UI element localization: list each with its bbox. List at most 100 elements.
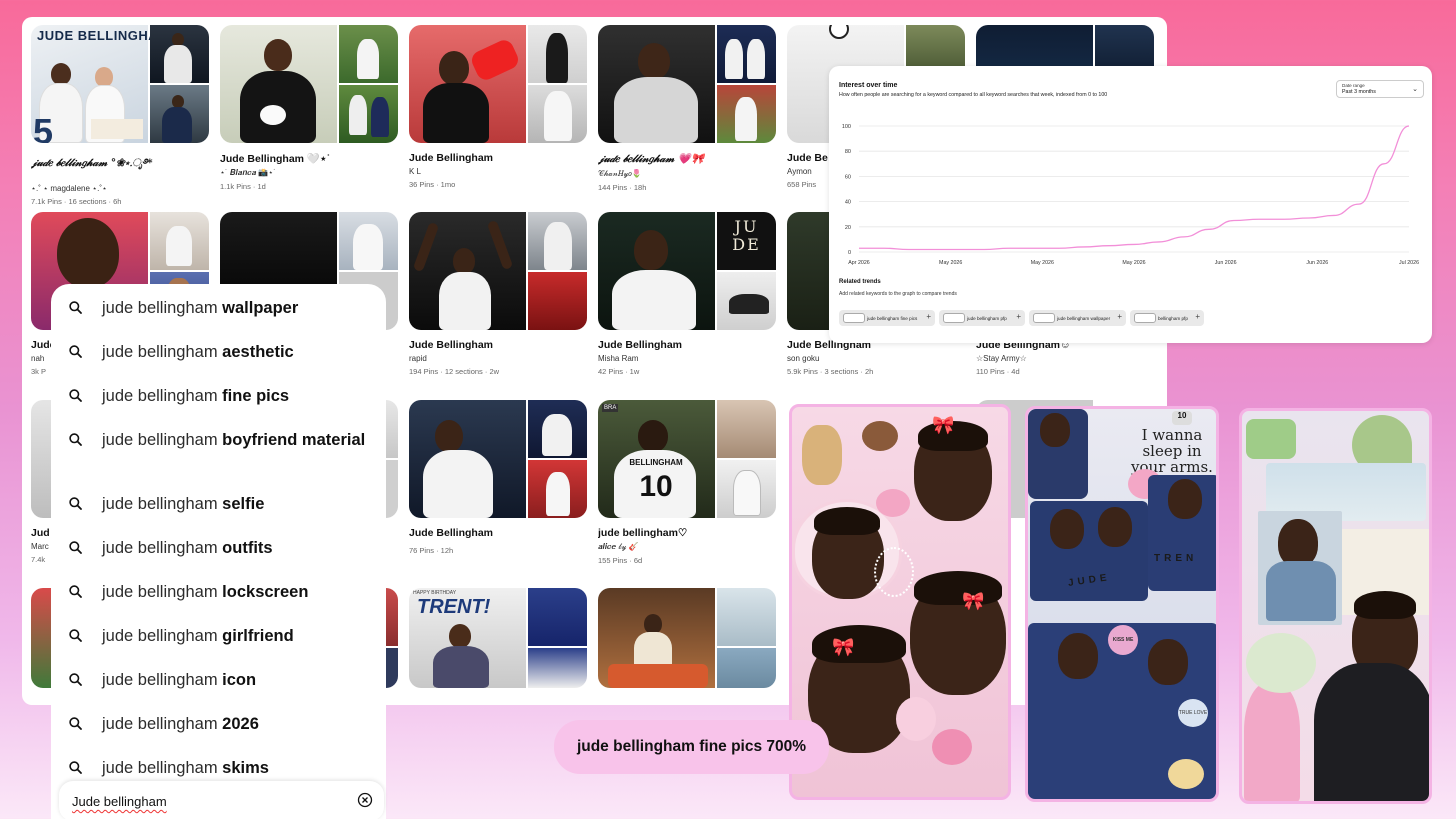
board-card[interactable]: HAPPY BIRTHDAY TRENT! [409,588,587,688]
search-icon [69,585,82,598]
board-cover[interactable] [598,25,776,143]
board-owner[interactable]: K L [409,167,587,176]
suggestion-text: jude bellingham 2026 [102,714,372,734]
board-owner[interactable]: son goku [787,354,965,363]
date-range-value: Past 3 months [1342,89,1376,95]
suggestion-keyword: skims [222,759,269,777]
chip-label: jude bellingham fine pics [867,315,918,321]
cover-image [598,212,715,330]
board-title[interactable]: Jude Bellingham [409,339,587,351]
bow-decoration: 🎀 [962,591,985,611]
series-line [859,125,1410,251]
board-cover[interactable]: BELLINGHAM 10 BRA [598,400,776,518]
suggestion-text: jude bellingham lockscreen [102,582,372,602]
suggestion-text: jude bellingham outfits [102,538,372,558]
giraffe-plush [802,425,842,485]
portrait-hair [814,507,880,535]
board-title[interactable]: jude bellingham♡ [598,527,776,539]
board-card[interactable]: Jude Bellingham K L 36 Pins · 1mo [409,25,587,189]
board-cover[interactable]: HAPPY BIRTHDAY TRENT! [409,588,587,688]
board-cover[interactable] [598,588,776,688]
related-trend-chip[interactable]: jude bellingham pfp + [939,310,1025,326]
cover-image [528,25,587,83]
chip-checkbox[interactable] [843,313,865,323]
heart-sticker [932,729,972,765]
board-card[interactable]: JU DE Jude Bellingham Misha Ram 42 Pins … [598,212,776,376]
board-cover[interactable] [409,212,587,330]
date-range-select[interactable]: Date range Past 3 months ⌄ [1336,80,1424,98]
suggestion-prefix: jude bellingham [102,343,223,361]
search-icon [69,301,82,314]
jersey-number: 10 [639,470,673,503]
chip-checkbox[interactable] [943,313,965,323]
portrait [1278,519,1318,567]
teddy-bear [862,421,898,451]
search-input[interactable]: Jude bellingham [59,781,384,819]
wallpaper-quote: I wanna sleep in your arms. [1131,426,1213,476]
portrait [1148,639,1188,685]
portrait [1098,507,1132,547]
board-card[interactable]: 5 JUDE BELLINGHAM 𝒿𝓊𝒹𝑒 𝒷𝑒𝓁𝓁𝒾𝓃𝑔𝒽𝒶𝓂 °❀⋆.ೃ࿔… [31,25,209,206]
cover-image [409,25,526,143]
cover-image [339,25,398,83]
suggestion-keyword: selfie [222,495,265,513]
hoodie [1266,561,1336,621]
board-cover[interactable]: JU DE [598,212,776,330]
interest-over-time-panel: 0 20 40 60 80 100 Apr 2026 May 2026 May 2026 May … [829,66,1432,343]
suggestion-text: jude bellingham girlfriend [102,626,372,646]
board-title[interactable]: Jude Bellingham [598,339,776,351]
chart-title: Interest over time [839,82,898,89]
cover-image [528,648,587,688]
cover-image [528,400,587,458]
wallpaper-collage[interactable] [1239,408,1432,804]
plus-icon: + [1016,312,1021,321]
gingham-heart [1246,419,1296,459]
board-cover[interactable] [409,25,587,143]
related-trend-chip[interactable]: jude bellingham wallpaper + [1029,310,1126,326]
cover-image [150,25,209,83]
related-trend-chip[interactable]: bellingham pfp + [1130,310,1204,326]
chip-checkbox[interactable] [1033,313,1055,323]
suggestion-prefix: jude bellingham [102,299,223,317]
board-owner[interactable]: rapid [409,354,587,363]
board-card[interactable]: BELLINGHAM 10 BRA jude bellingham♡ 𝒂𝒍𝒊𝒄𝒆… [598,400,776,565]
portrait [1168,479,1202,519]
board-cover[interactable] [409,400,587,518]
black-hoodie [1314,663,1429,801]
plus-icon: + [1117,312,1122,321]
chevron-down-icon: ⌄ [1412,86,1418,93]
board-cover[interactable] [220,25,398,143]
board-title[interactable]: 𝒿𝓊𝒹𝑒 𝒷𝑒𝓁𝓁𝒾𝓃𝑔𝒽𝒶𝓂 °❀⋆.ೃ࿔* [31,152,209,181]
y-tick-label: 0 [848,250,851,256]
board-owner[interactable]: ⋆˙ 𝑩𝒍𝒂𝒏𝒄𝒂 📸⋆˙ [220,168,398,178]
clear-search-icon[interactable] [357,792,373,808]
board-owner[interactable]: ☆Stay Army☆ [976,354,1154,363]
chip-checkbox[interactable] [1134,313,1156,323]
cover-image [717,400,776,458]
board-title[interactable]: 𝒿𝓊𝒹𝑒 𝒷𝑒𝓁𝓁𝒾𝓃𝑔𝒽𝒶𝓂 💗🎀 [598,152,776,166]
board-card[interactable]: 𝒿𝓊𝒹𝑒 𝒷𝑒𝓁𝓁𝒾𝓃𝑔𝒽𝒶𝓂 💗🎀 𝒞𝒽𝒶𝓃𝐻𝓎𝑜🌷 144 Pins · 1… [598,25,776,192]
search-input-value[interactable]: Jude bellingham [72,794,167,809]
board-owner[interactable]: Misha Ram [598,354,776,363]
board-card[interactable]: Jude Bellingham 🤍⋆˙ ⋆˙ 𝑩𝒍𝒂𝒏𝒄𝒂 📸⋆˙ 1.1k P… [220,25,398,191]
wallpaper-collage[interactable]: I wanna sleep in your arms. 10 JUDE TREN… [1025,406,1219,802]
board-owner[interactable]: 𝒂𝒍𝒊𝒄𝒆 𝒷𝓎 🎸 [598,542,776,552]
board-owner[interactable]: 𝒞𝒽𝒶𝓃𝐻𝓎𝑜🌷 [598,169,776,179]
search-icon [69,541,82,554]
bow-decoration: 🎀 [932,415,955,435]
suggestion-keyword: outfits [222,539,273,557]
suggestion-prefix: jude bellingham [102,583,223,601]
search-icon [69,717,82,730]
board-card[interactable]: Jude Bellingham 76 Pins · 12h [409,400,587,555]
board-card[interactable]: Jude Bellingham rapid 194 Pins · 12 sect… [409,212,587,376]
board-cover[interactable]: 5 JUDE BELLINGHAM [31,25,209,143]
y-tick-label: 20 [845,225,851,231]
board-owner[interactable]: ⋆.˚ ⋆ magdalene ⋆.˚⋆ [31,184,209,193]
board-title[interactable]: Jude Bellingham [409,152,587,164]
board-title[interactable]: Jude Bellingham [409,527,587,539]
related-trend-chip[interactable]: jude bellingham fine pics + [839,310,935,326]
board-card[interactable] [598,588,776,688]
suggestion-text: jude bellingham selfie [102,494,372,514]
cover-image [528,85,587,143]
board-title[interactable]: Jude Bellingham 🤍⋆˙ [220,152,398,165]
